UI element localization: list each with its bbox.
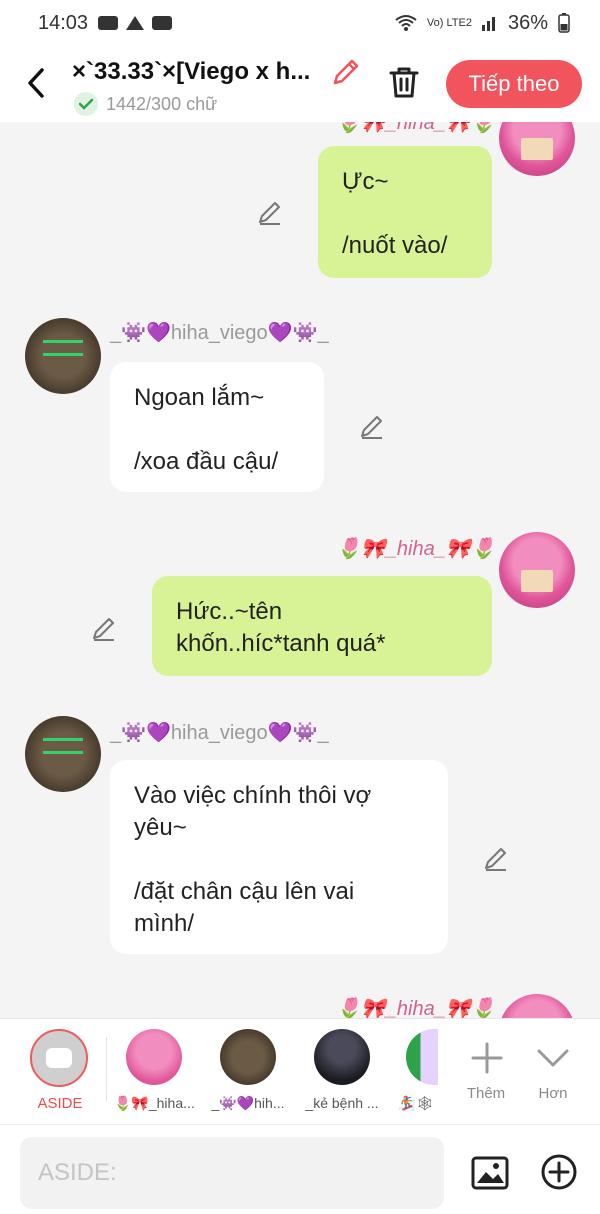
character-label: _👾💜hih...: [211, 1095, 285, 1111]
character-avatar-viego[interactable]: [220, 1029, 276, 1085]
character-avatar-other[interactable]: [406, 1029, 438, 1085]
message-input[interactable]: [20, 1137, 444, 1209]
sender-name: _👾💜hiha_viego💜👾_: [110, 322, 329, 344]
sender-name: _👾💜hiha_viego💜👾_: [110, 722, 329, 744]
more-label: Hơn: [538, 1085, 568, 1102]
avatar[interactable]: [25, 318, 101, 394]
message-bubble[interactable]: Hức..~tên khốn..híc*tanh quá*: [152, 576, 492, 676]
message-bubble[interactable]: Vào việc chính thôi vợ yêu~ /đặt chân cậ…: [110, 760, 448, 954]
avatar[interactable]: [25, 716, 101, 792]
trash-icon[interactable]: [386, 64, 422, 100]
chat-area[interactable]: 🌷🎀_hiha_🎀🌷 Ực~ /nuốt vào/ _👾💜hiha_viego💜…: [0, 122, 600, 1018]
aside-button[interactable]: [30, 1029, 88, 1087]
edit-title-pencil-icon[interactable]: [330, 56, 362, 88]
character-label: _kẻ bệnh ...: [305, 1095, 379, 1111]
edit-message-pencil-icon[interactable]: [482, 844, 510, 872]
message-icon: [152, 16, 173, 30]
youtube-icon: [98, 16, 119, 30]
avatar[interactable]: [499, 994, 575, 1018]
edit-message-pencil-icon[interactable]: [90, 614, 118, 642]
add-character-button[interactable]: [462, 1033, 512, 1083]
more-button[interactable]: [528, 1033, 578, 1083]
sender-name: 🌷🎀_hiha_🎀🌷: [336, 998, 496, 1018]
sender-name: 🌷🎀_hiha_🎀🌷: [336, 538, 496, 560]
next-button[interactable]: Tiếp theo: [446, 60, 582, 108]
divider: [106, 1037, 107, 1101]
message-bubble[interactable]: Ực~ /nuốt vào/: [318, 146, 492, 278]
edit-message-pencil-icon[interactable]: [358, 412, 386, 440]
page-title: ×`33.33`×[Viego x h...: [72, 58, 311, 85]
avatar[interactable]: [499, 122, 575, 176]
sender-name: 🌷🎀_hiha_🎀🌷: [336, 122, 496, 134]
character-avatar-hiha[interactable]: [126, 1029, 182, 1085]
edit-message-pencil-icon[interactable]: [256, 198, 284, 226]
header: ×`33.33`×[Viego x h... 1442/300 chữ Tiếp…: [0, 46, 600, 122]
notification-icon: [126, 16, 145, 30]
battery-percent: 36%: [507, 11, 548, 34]
chevron-down-icon: [537, 1049, 569, 1067]
battery-icon: [558, 13, 570, 33]
status-bar: 14:03 Vo) LTE2 36%: [0, 0, 600, 46]
message-bubble[interactable]: Ngoan lắm~ /xoa đầu cậu/: [110, 362, 324, 492]
word-count: 1442/300 chữ: [106, 93, 218, 114]
character-label: 🌷🎀_hiha...: [114, 1095, 194, 1111]
aside-icon: [46, 1048, 72, 1068]
composer: [0, 1124, 600, 1214]
word-count-status: 1442/300 chữ: [74, 92, 217, 116]
add-label: Thêm: [466, 1085, 506, 1102]
character-avatar-ke-benh[interactable]: [314, 1029, 370, 1085]
status-time: 14:03: [38, 11, 89, 34]
signal-icon: [481, 17, 495, 31]
image-icon[interactable]: [470, 1153, 510, 1193]
avatar[interactable]: [499, 532, 575, 608]
plus-icon: [471, 1042, 503, 1074]
check-icon: [74, 92, 98, 116]
back-arrow-icon[interactable]: [22, 66, 52, 100]
network-label: Vo) LTE2: [426, 16, 472, 29]
add-circle-icon[interactable]: [540, 1153, 578, 1191]
wifi-icon: [395, 15, 417, 31]
character-label: 🏂🕸: [398, 1095, 434, 1111]
aside-label: ASIDE: [37, 1095, 83, 1112]
character-bar: ASIDE 🌷🎀_hiha... _👾💜hih... _kẻ bệnh ... …: [0, 1018, 600, 1124]
